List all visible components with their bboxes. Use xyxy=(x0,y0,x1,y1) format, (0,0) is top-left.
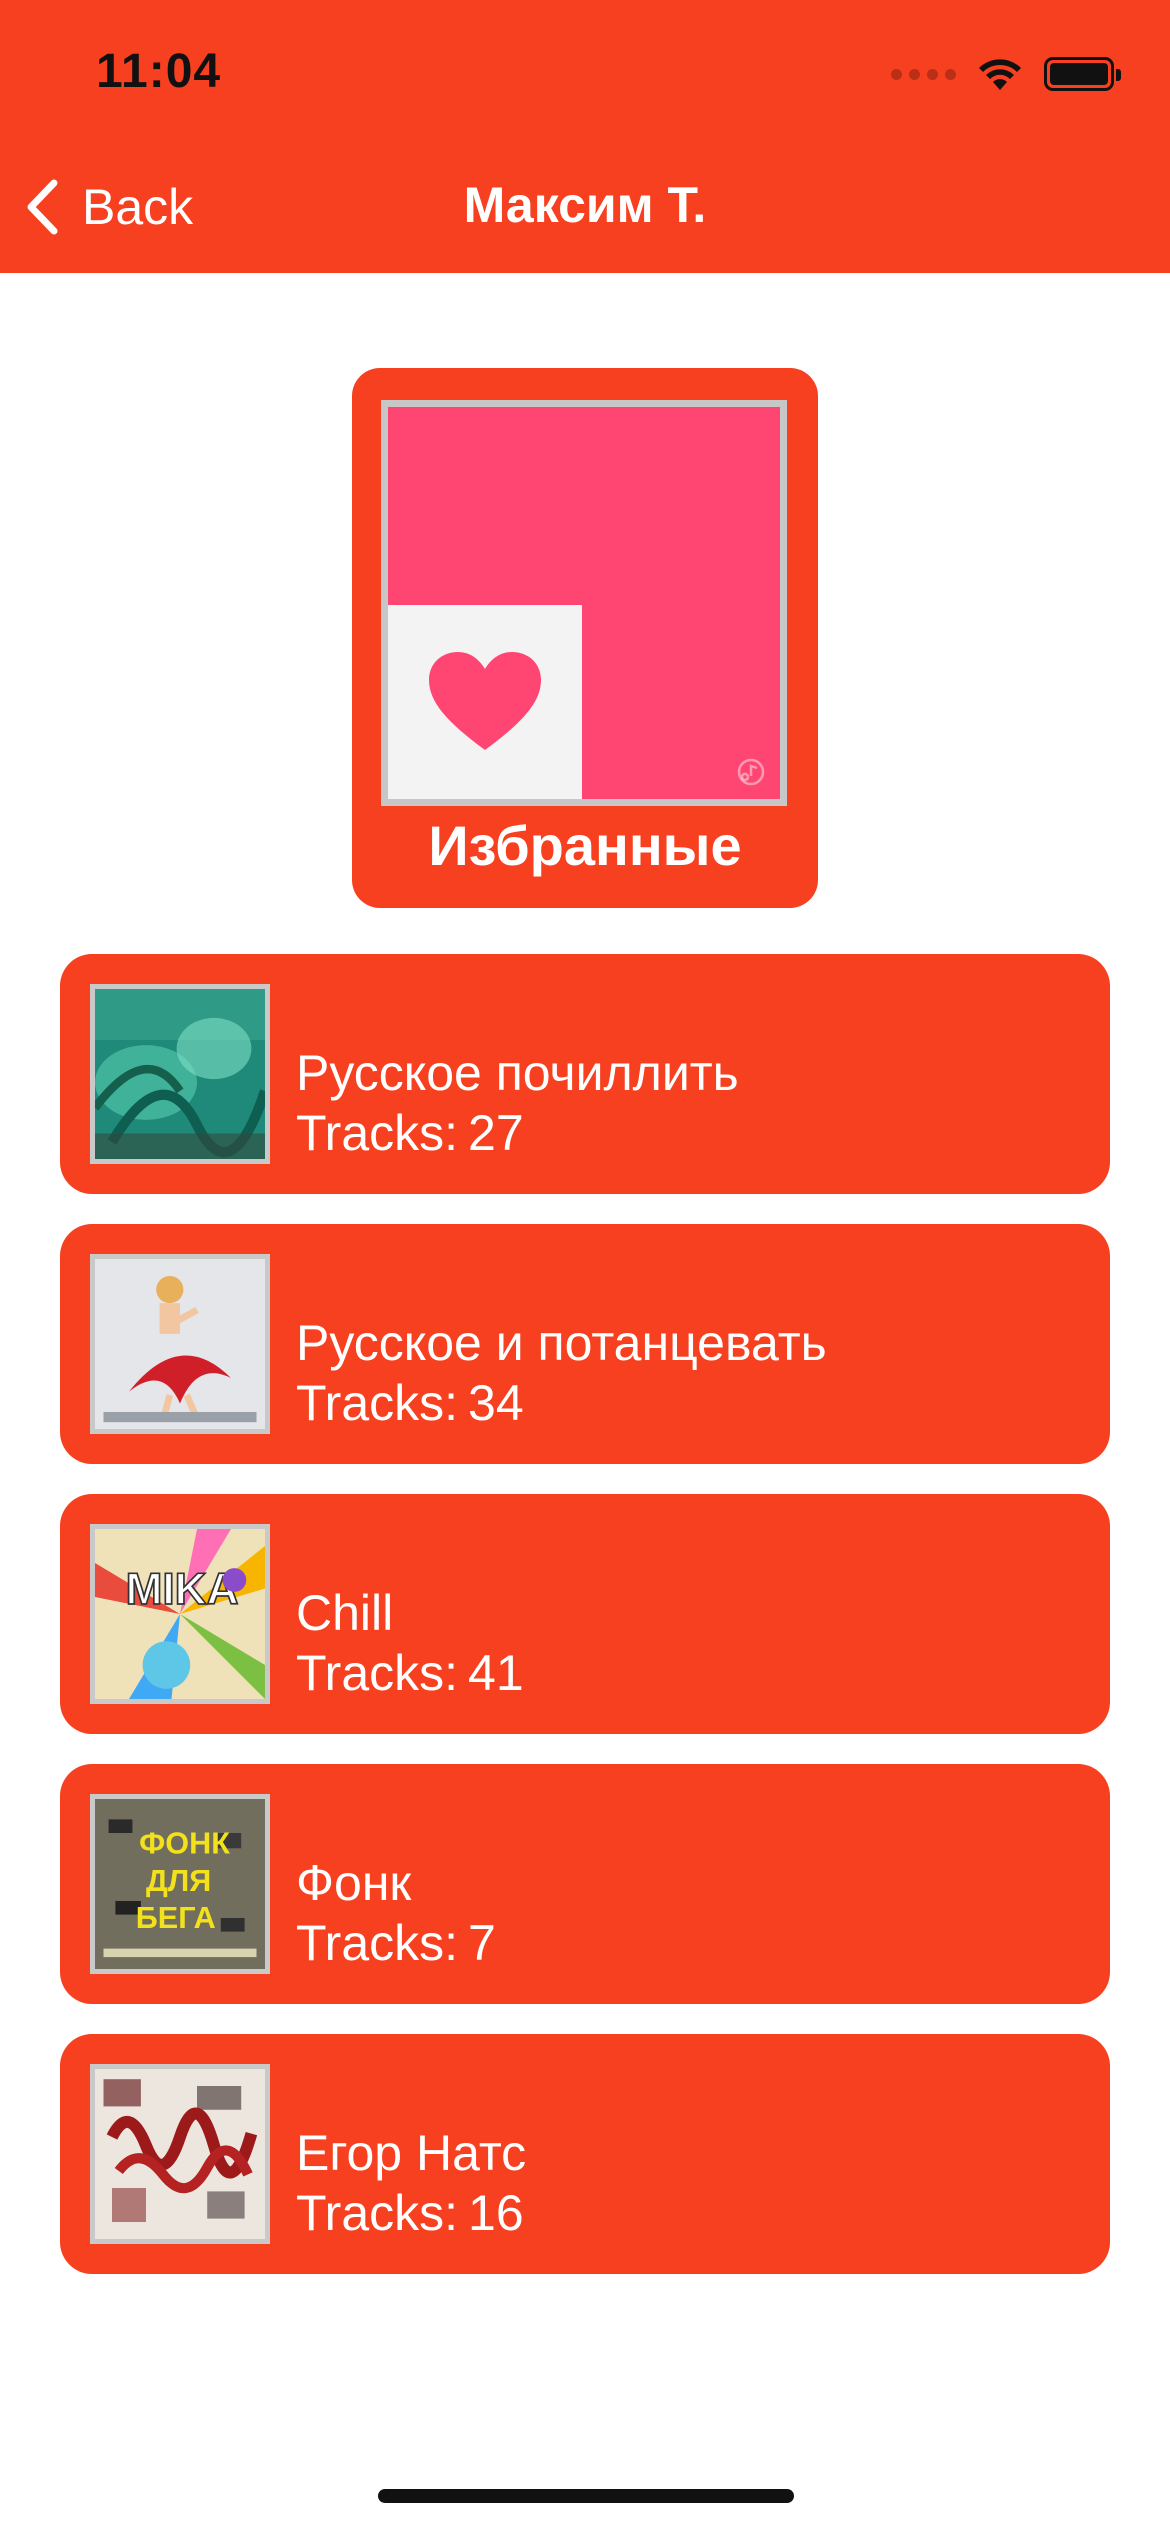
playlist-title: Chill xyxy=(296,1585,394,1641)
favorites-label: Избранные xyxy=(428,814,742,877)
chevron-left-icon xyxy=(27,179,58,235)
playlist-track-count: Tracks: 16 xyxy=(296,2184,524,2242)
playlist-row[interactable]: ФОНК ДЛЯ БЕГА Фонк Tracks: 7 xyxy=(60,1764,1110,2004)
playlist-cover-image: ФОНК ДЛЯ БЕГА xyxy=(90,1794,270,1974)
tracks-value: 16 xyxy=(468,2185,524,2241)
svg-text:MIKA: MIKA xyxy=(126,1565,239,1614)
status-icons xyxy=(891,52,1121,96)
music-note-icon xyxy=(737,758,765,786)
playlist-track-count: Tracks: 7 xyxy=(296,1914,496,1972)
home-indicator[interactable] xyxy=(378,2489,794,2503)
svg-text:ДЛЯ: ДЛЯ xyxy=(146,1864,211,1898)
battery-icon xyxy=(1044,57,1121,91)
playlist-title: Русское почиллить xyxy=(296,1045,739,1101)
playlist-cover-image xyxy=(90,2064,270,2244)
playlist-track-count: Tracks: 41 xyxy=(296,1644,524,1702)
playlist-cover-image xyxy=(90,984,270,1164)
heart-icon xyxy=(429,652,541,750)
tracks-label: Tracks: xyxy=(296,1645,459,1701)
svg-text:БЕГА: БЕГА xyxy=(136,1901,216,1935)
status-time: 11:04 xyxy=(96,45,222,98)
playlist-list: Русское почиллить Tracks: 27 Русское и по… xyxy=(60,954,1110,2304)
playlist-row[interactable]: MIKA Chill Tracks: 41 xyxy=(60,1494,1110,1734)
playlist-row[interactable]: Русское почиллить Tracks: 27 xyxy=(60,954,1110,1194)
navigation-header: 11:04 Back Максим Т. xyxy=(0,0,1170,273)
tracks-value: 7 xyxy=(468,1915,496,1971)
tracks-label: Tracks: xyxy=(296,1915,459,1971)
cellular-signal-icon xyxy=(891,68,956,80)
tracks-value: 41 xyxy=(468,1645,524,1701)
tracks-value: 27 xyxy=(468,1105,524,1161)
screen: 11:04 Back Максим Т. Избранные Русское п… xyxy=(0,0,1170,2532)
playlist-row[interactable]: Русское и потанцевать Tracks: 34 xyxy=(60,1224,1110,1464)
wifi-icon xyxy=(979,59,1021,90)
playlist-track-count: Tracks: 34 xyxy=(296,1374,524,1432)
playlist-title: Русское и потанцевать xyxy=(296,1315,827,1371)
tracks-label: Tracks: xyxy=(296,1105,459,1161)
playlist-title: Фонк xyxy=(296,1855,412,1911)
favorites-heart-tile xyxy=(388,605,582,799)
tracks-label: Tracks: xyxy=(296,2185,459,2241)
playlist-track-count: Tracks: 27 xyxy=(296,1104,524,1162)
back-button[interactable]: Back xyxy=(24,172,193,242)
playlist-row[interactable]: Егор Натс Tracks: 16 xyxy=(60,2034,1110,2274)
playlist-title: Егор Натс xyxy=(296,2125,527,2181)
favorites-cover xyxy=(381,400,787,806)
svg-text:ФОНК: ФОНК xyxy=(139,1826,230,1860)
tracks-value: 34 xyxy=(468,1375,524,1431)
playlist-cover-image: MIKA xyxy=(90,1524,270,1704)
tracks-label: Tracks: xyxy=(296,1375,459,1431)
back-label: Back xyxy=(82,179,194,235)
favorites-card[interactable]: Избранные xyxy=(352,368,818,908)
playlist-cover-image xyxy=(90,1254,270,1434)
